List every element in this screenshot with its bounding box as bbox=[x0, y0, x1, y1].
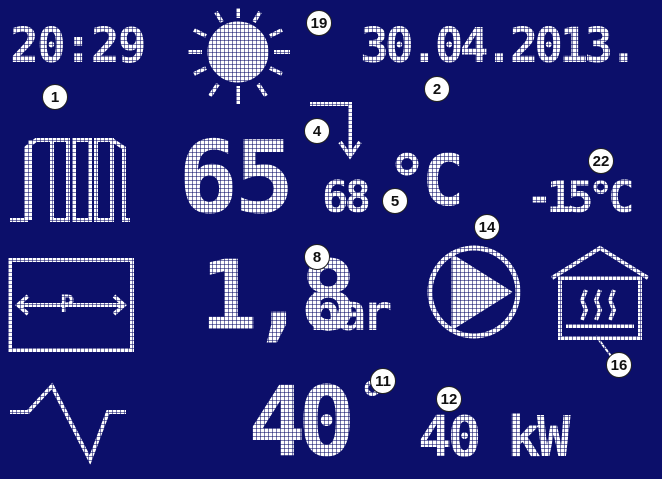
callout-marker: 19 bbox=[306, 10, 332, 36]
boiler-target-temp: 68 bbox=[322, 172, 371, 223]
callout-marker: 14 bbox=[474, 214, 500, 240]
callout-marker: 1 bbox=[42, 84, 68, 110]
pump-icon bbox=[427, 245, 521, 339]
callout-marker: 8 bbox=[304, 244, 330, 270]
callout-marker: 16 bbox=[606, 352, 632, 378]
pressure-p-label: P bbox=[60, 290, 74, 318]
burner-modulation: 40 bbox=[248, 366, 356, 478]
boiler-display-screen: P 20:29 30.04.2013. 65 68 °C -15°C 1,8 b… bbox=[0, 0, 662, 479]
callout-marker: 2 bbox=[424, 76, 450, 102]
callout-marker: 11 bbox=[370, 368, 396, 394]
callout-marker: 4 bbox=[304, 118, 330, 144]
pressure-unit: bar bbox=[310, 284, 392, 342]
callout-marker: 22 bbox=[588, 148, 614, 174]
radiator-icon bbox=[10, 138, 130, 222]
callout-marker: 5 bbox=[382, 188, 408, 214]
house-heating-icon bbox=[550, 245, 650, 361]
callout-marker: 12 bbox=[436, 386, 462, 412]
date-display: 30.04.2013. bbox=[360, 18, 638, 74]
boiler-current-temp: 65 bbox=[178, 119, 294, 236]
burner-power: 40 kW bbox=[418, 405, 571, 470]
time-display: 20:29 bbox=[10, 18, 146, 74]
flow-wave-icon bbox=[10, 382, 126, 465]
sun-icon bbox=[188, 8, 290, 104]
outdoor-temp: -15°C bbox=[526, 172, 634, 223]
